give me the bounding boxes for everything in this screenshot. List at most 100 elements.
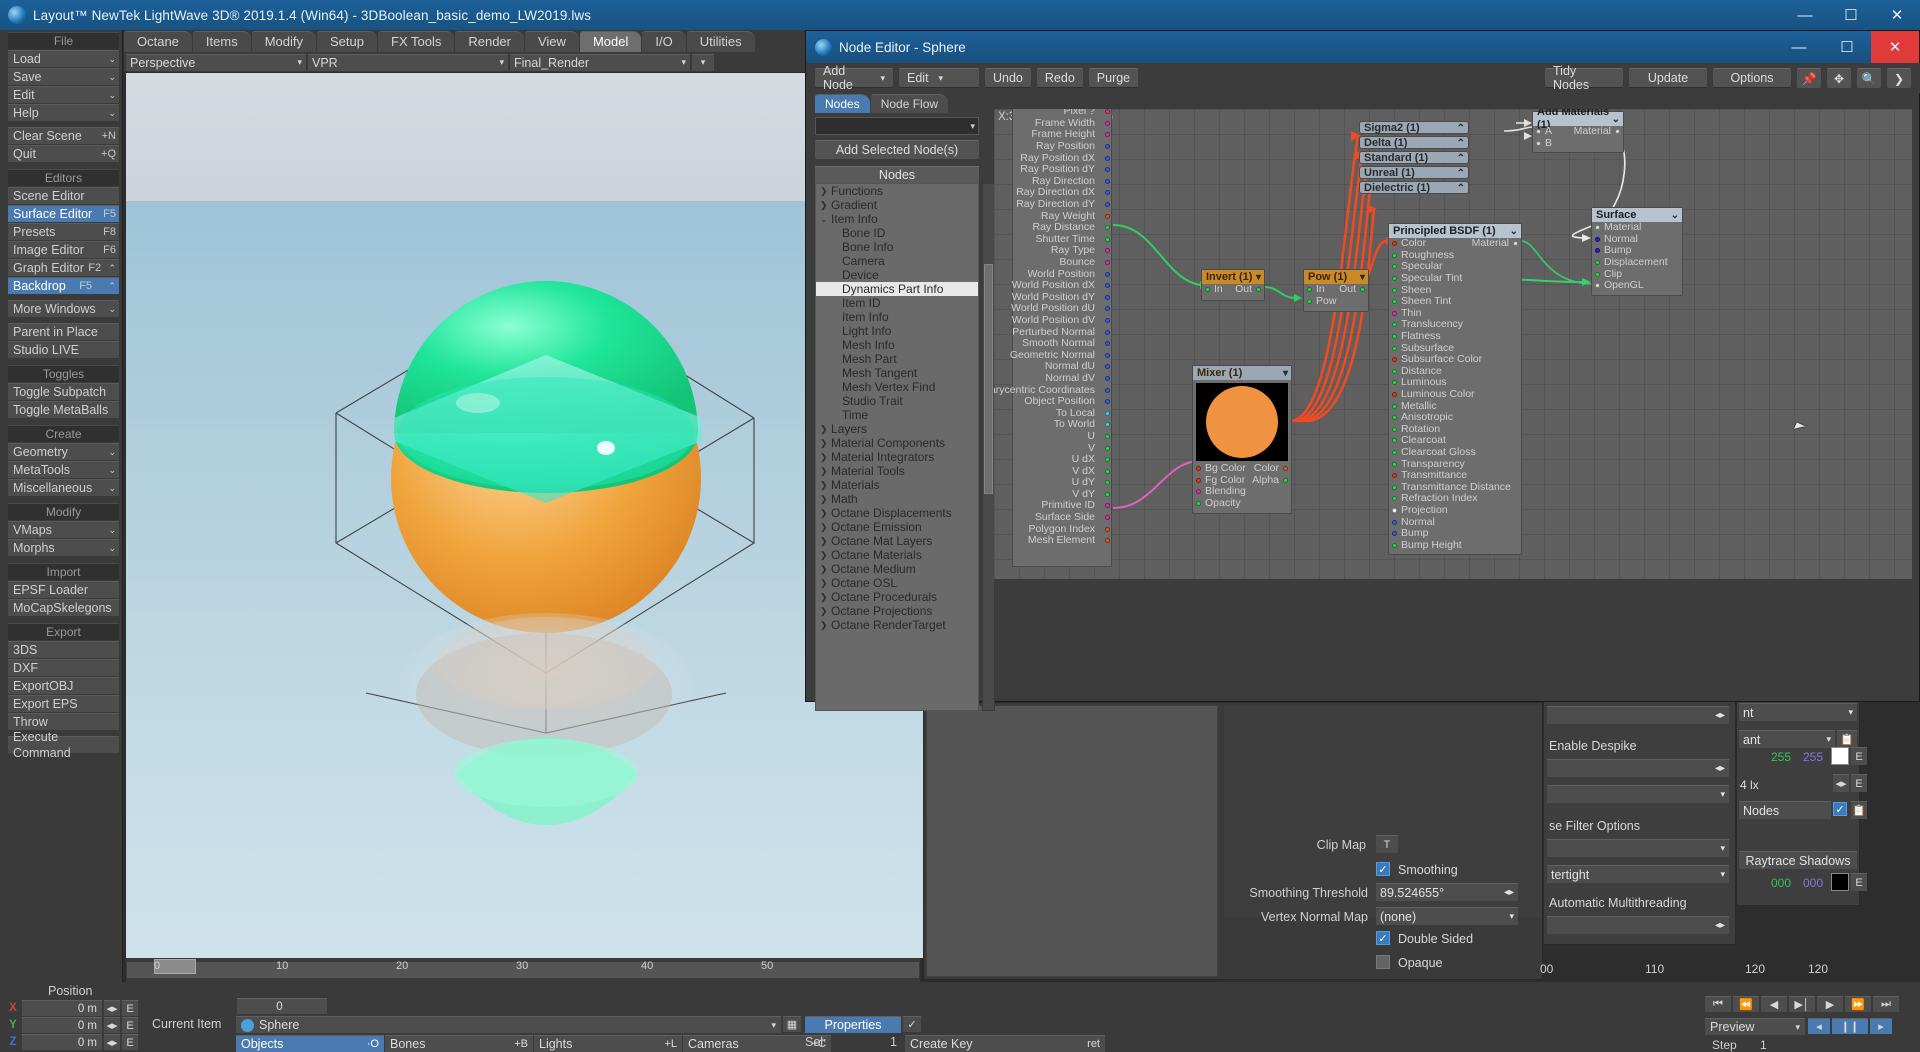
sidebar-item-morphs[interactable]: Morphs ⌄	[8, 539, 119, 556]
port-dot[interactable]	[1105, 283, 1110, 289]
add-node-dropdown[interactable]: Add Node ▾	[815, 64, 893, 92]
node-list-item[interactable]: Mesh Vertex Find	[816, 380, 978, 394]
chevron-down-icon[interactable]: ⌄	[1510, 225, 1518, 238]
sidebar-item-mocapskelegons[interactable]: MoCapSkelegons	[8, 599, 119, 616]
sidebar-item-load[interactable]: Load ⌄	[8, 50, 119, 67]
menu-tab-modify[interactable]: Modify	[251, 31, 317, 52]
node-list-item[interactable]: ❯ Materials	[816, 478, 978, 492]
chevron-down-icon[interactable]: ⌄	[108, 69, 116, 85]
sidebar-item-vmaps[interactable]: VMaps ⌄	[8, 521, 119, 538]
principled-port-translucency[interactable]: Translucency	[1389, 319, 1521, 331]
raytrace-shadows-dropdown[interactable]: Raytrace Shadows	[1739, 851, 1857, 869]
shadow-edit-button[interactable]: E	[1851, 873, 1867, 891]
port-dot[interactable]	[1392, 241, 1397, 247]
principled-port-transmittance-distance[interactable]: Transmittance Distance	[1389, 481, 1521, 493]
tidy-nodes-button[interactable]: Tidy Nodes	[1545, 64, 1623, 92]
menu-tab-render[interactable]: Render	[455, 31, 524, 52]
chevron-down-icon[interactable]: ⌄	[1671, 209, 1679, 222]
port-dot[interactable]	[1105, 387, 1110, 393]
chevron-down-icon[interactable]: ⌄	[108, 444, 116, 460]
menu-tab-octane[interactable]: Octane	[124, 31, 192, 52]
node-add-materials-title[interactable]: Add Materials (1) ⌄	[1533, 109, 1623, 131]
double-sided-checkbox[interactable]: ✓	[1376, 931, 1390, 945]
bones-button[interactable]: Bones +B	[385, 1035, 533, 1052]
node-list-item[interactable]: Device	[816, 268, 978, 282]
port-dot[interactable]	[1595, 225, 1600, 231]
node-list-item[interactable]: ❯ Gradient	[816, 198, 978, 212]
node-mixer-port-blending[interactable]: Blending	[1193, 486, 1291, 498]
node-list-item[interactable]: ❯ Material Components	[816, 436, 978, 450]
spot-info-port[interactable]: Ray Direction dX	[1013, 187, 1111, 199]
spot-info-port[interactable]: Frame Height	[1013, 129, 1111, 141]
menu-tab-setup[interactable]: Setup	[317, 31, 377, 52]
viewport-extra-dropdown[interactable]: ▾	[692, 53, 714, 71]
node-list-item[interactable]: ❯ Octane Materials	[816, 548, 978, 562]
redo-button[interactable]: Redo	[1036, 68, 1083, 88]
add-materials-port-b[interactable]: B	[1533, 137, 1623, 150]
nodes-checkbox[interactable]: ✓	[1833, 802, 1847, 816]
port-dot[interactable]	[1105, 410, 1110, 416]
principled-port-transparency[interactable]: Transparency	[1389, 458, 1521, 470]
spot-info-port[interactable]: Bounce	[1013, 257, 1111, 269]
spot-info-port[interactable]: Mesh Element	[1013, 535, 1111, 547]
principled-port-flatness[interactable]: Flatness	[1389, 331, 1521, 343]
spot-info-port[interactable]: U	[1013, 430, 1111, 443]
principled-port-anisotropic[interactable]: Anisotropic	[1389, 412, 1521, 424]
port-dot[interactable]	[1105, 155, 1110, 161]
node-list-item[interactable]: Item Info	[816, 310, 978, 324]
sidebar-item-export-eps[interactable]: Export EPS	[8, 695, 119, 712]
node-spot-info[interactable]: Pixel ? Frame Width Frame Height Ray Positi…	[994, 109, 1112, 567]
port-dot[interactable]	[1392, 426, 1397, 432]
port-dot[interactable]	[1105, 364, 1110, 370]
port-dot[interactable]	[1392, 531, 1397, 537]
node-collapsed-sigma2-1-[interactable]: Sigma2 (1) ⌃	[1359, 121, 1469, 134]
spot-info-port[interactable]: Ray Direction	[1013, 175, 1111, 188]
spot-info-port[interactable]: World Position dX	[1012, 280, 1111, 292]
spot-info-port[interactable]: Object Position	[1013, 396, 1111, 408]
spot-info-port[interactable]: Normal dU	[1013, 361, 1111, 373]
port-dot[interactable]	[1105, 503, 1110, 509]
surface-port-bump[interactable]: Bump	[1592, 245, 1682, 257]
port-dot[interactable]	[1392, 496, 1397, 502]
search-icon[interactable]: 🔍	[1857, 68, 1881, 88]
chevron-right-icon[interactable]: ❯	[820, 199, 831, 212]
spot-info-port[interactable]: U dY	[1013, 477, 1111, 489]
node-principled-title[interactable]: Principled BSDF (1) ⌄	[1389, 224, 1521, 238]
principled-port-roughness[interactable]: Roughness	[1389, 249, 1521, 262]
opaque-checkbox[interactable]: ✓	[1376, 955, 1390, 969]
lux-edit-button[interactable]: E	[1851, 774, 1867, 792]
axis-y-field[interactable]: 0 m	[22, 1017, 102, 1033]
axis-z-stepper[interactable]: ◂▸	[104, 1034, 120, 1050]
sidebar-item-scene-editor[interactable]: Scene Editor	[8, 187, 119, 204]
menu-tab-model[interactable]: Model	[579, 31, 642, 52]
node-editor-tab-node-flow[interactable]: Node Flow	[870, 94, 949, 113]
port-dot[interactable]	[1105, 190, 1110, 196]
spot-info-port[interactable]: Ray Position dY	[1013, 164, 1111, 176]
viewport-3d[interactable]	[126, 73, 923, 958]
port-dot[interactable]	[1105, 457, 1110, 463]
node-editor-close-button[interactable]: ✕	[1871, 31, 1919, 63]
current-item-expand[interactable]: ▦	[783, 1016, 801, 1032]
node-list-item[interactable]: Dynamics Part Info	[816, 282, 978, 296]
despike-value-field[interactable]: ◂▸	[1547, 706, 1729, 724]
sidebar-item-miscellaneous[interactable]: Miscellaneous ⌄	[8, 479, 119, 496]
port-dot[interactable]	[1105, 468, 1110, 474]
port-dot[interactable]	[1513, 241, 1518, 247]
node-list-item[interactable]: Time	[816, 408, 978, 422]
port-dot[interactable]	[1105, 120, 1110, 126]
spot-info-port[interactable]: Polygon Index	[1013, 523, 1111, 535]
port-dot[interactable]	[1392, 287, 1397, 293]
port-dot[interactable]	[1595, 260, 1600, 266]
port-dot[interactable]	[1105, 225, 1110, 231]
minimize-button[interactable]: —	[1782, 0, 1828, 30]
view-mode-dropdown[interactable]: Perspective ▾	[126, 53, 306, 71]
port-dot[interactable]	[1392, 438, 1397, 444]
node-surface-title[interactable]: Surface ⌄	[1592, 208, 1682, 222]
principled-port-specular[interactable]: Specular	[1389, 261, 1521, 273]
spot-info-port[interactable]: Barycentric Coordinates	[994, 384, 1111, 396]
chevron-down-icon[interactable]: ⌄	[108, 87, 116, 103]
node-invert-title[interactable]: Invert (1) ▾	[1202, 270, 1264, 284]
spot-info-port[interactable]: Ray Weight	[1013, 210, 1111, 222]
spot-info-port[interactable]: V dY	[1013, 488, 1111, 501]
properties-button[interactable]: Properties	[805, 1016, 901, 1033]
